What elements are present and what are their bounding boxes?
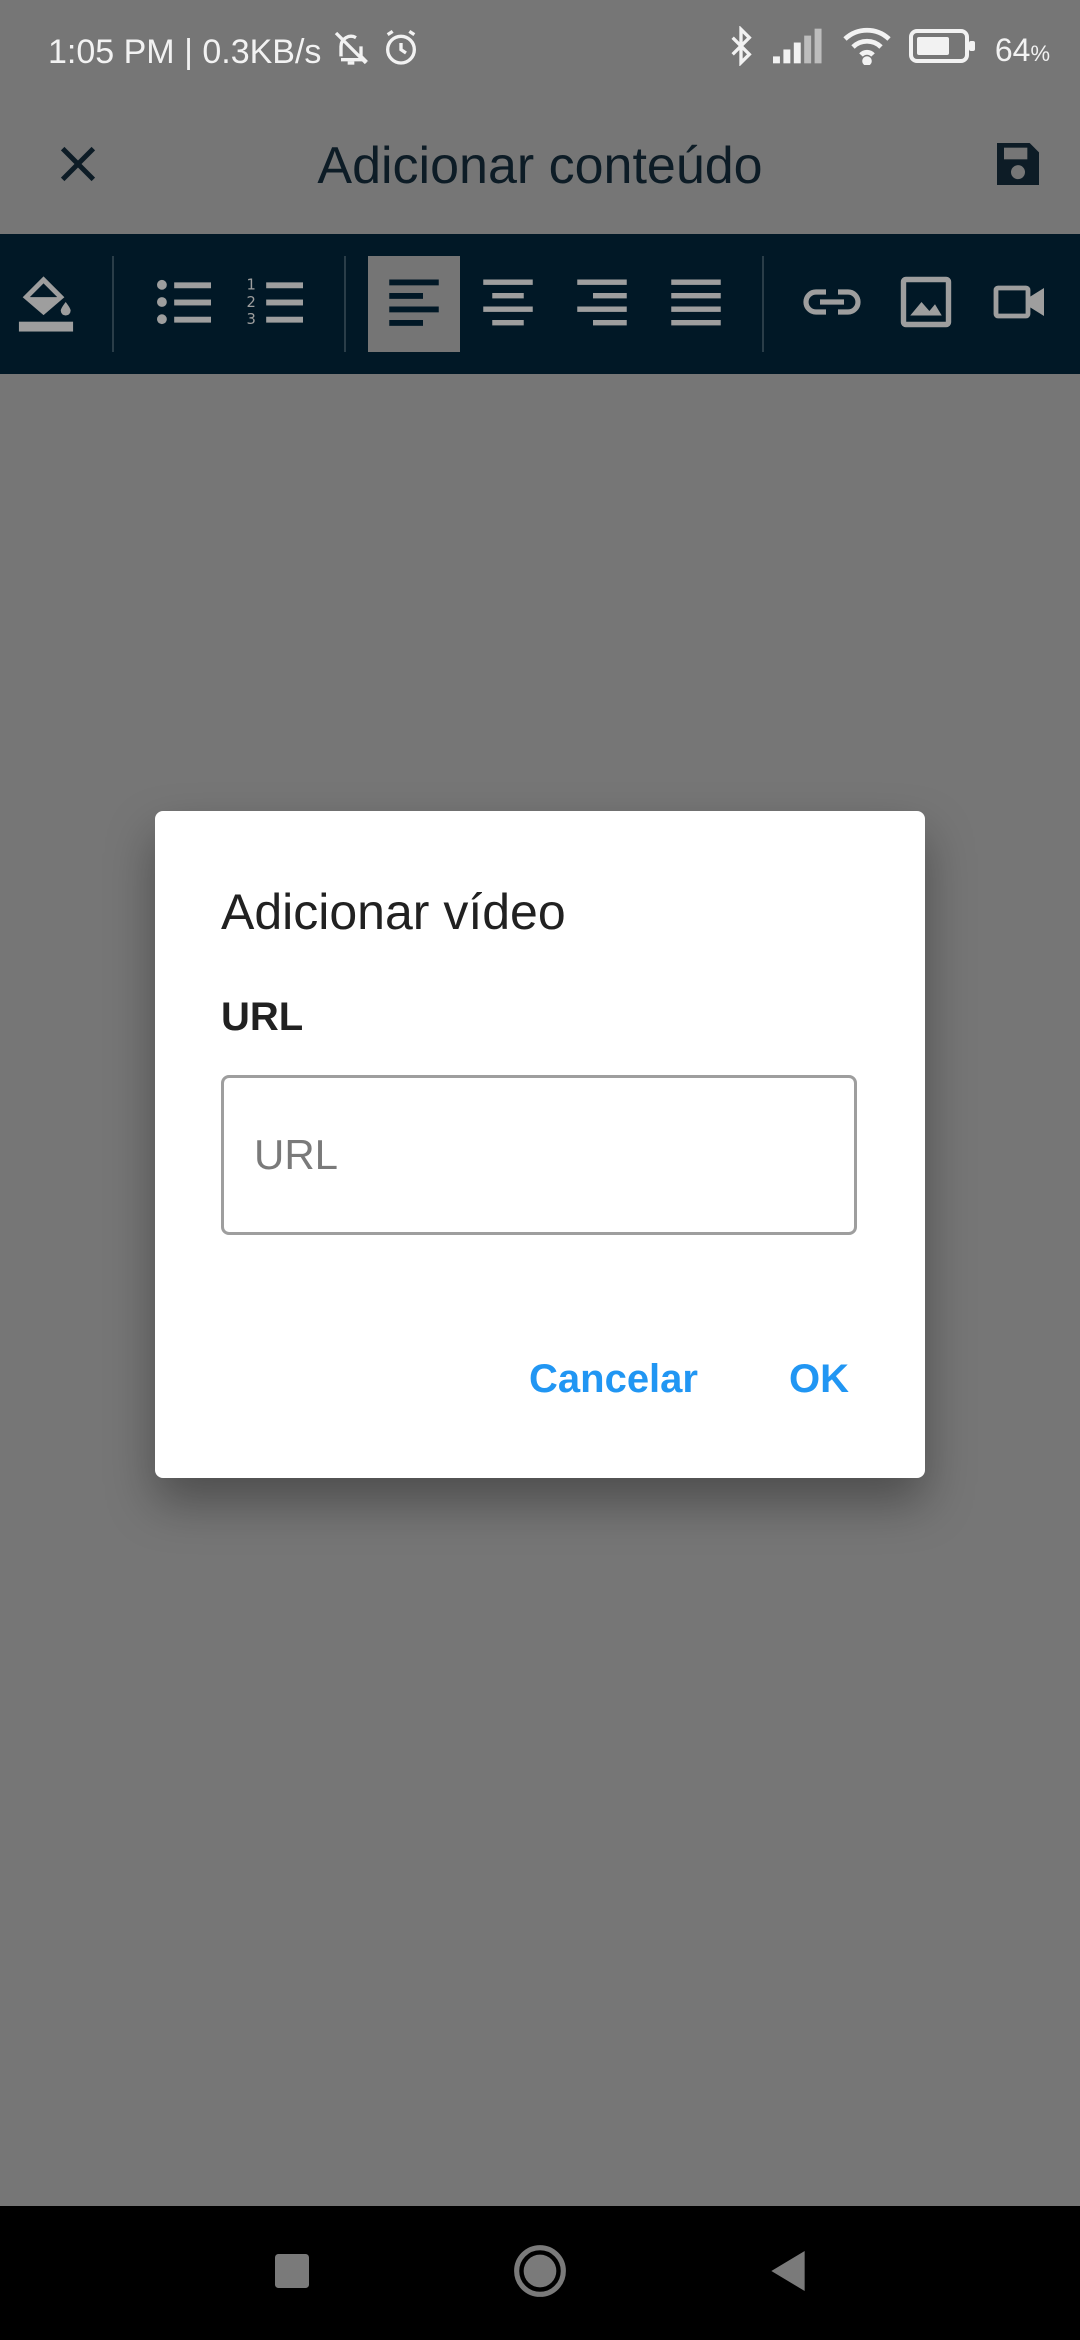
numbered-list-button[interactable]: 1 2 3 xyxy=(230,256,322,352)
status-bar: 1:05 PM | 0.3KB/s 64% xyxy=(0,0,1080,100)
app-bar: Adicionar conteúdo xyxy=(0,100,1080,234)
svg-text:1: 1 xyxy=(247,276,256,293)
recents-icon xyxy=(275,2253,309,2293)
svg-text:3: 3 xyxy=(247,311,256,328)
ok-button[interactable]: OK xyxy=(789,1357,849,1402)
toolbar-separator xyxy=(762,256,764,352)
signal-icon xyxy=(772,28,825,72)
align-justify-button[interactable] xyxy=(650,256,742,352)
alarm-icon xyxy=(381,28,421,77)
status-right: 64% xyxy=(727,25,1050,74)
add-video-dialog: Adicionar vídeo URL Cancelar OK xyxy=(155,811,925,1478)
system-nav-bar xyxy=(0,2206,1080,2340)
bluetooth-icon xyxy=(727,25,755,74)
align-right-icon xyxy=(575,275,629,334)
text-color-button[interactable] xyxy=(0,256,92,352)
url-field-label: URL xyxy=(221,995,304,1039)
battery-icon xyxy=(908,29,977,71)
url-input[interactable] xyxy=(221,1075,857,1235)
toolbar-separator xyxy=(112,256,114,352)
home-button[interactable] xyxy=(505,2238,575,2308)
status-time: 1:05 PM | 0.3KB/s xyxy=(48,33,322,71)
page-title: Adicionar conteúdo xyxy=(317,137,763,195)
align-justify-icon xyxy=(669,275,723,334)
save-icon xyxy=(990,136,1046,197)
cancel-button[interactable]: Cancelar xyxy=(529,1357,698,1402)
home-icon xyxy=(512,2243,568,2304)
wifi-icon xyxy=(843,27,891,73)
video-icon xyxy=(992,280,1048,329)
status-left: 1:05 PM | 0.3KB/s xyxy=(48,28,421,77)
align-right-button[interactable] xyxy=(556,256,648,352)
align-center-icon xyxy=(481,275,535,334)
numbered-list-icon: 1 2 3 xyxy=(246,275,306,334)
bullet-list-icon xyxy=(154,275,214,334)
insert-video-button[interactable] xyxy=(974,256,1066,352)
battery-percent: 64% xyxy=(994,31,1050,68)
save-button[interactable] xyxy=(978,126,1058,206)
dialog-title: Adicionar vídeo xyxy=(221,884,566,940)
formatting-toolbar: 1 2 3 xyxy=(0,234,1080,374)
svg-text:2: 2 xyxy=(247,293,256,310)
align-center-button[interactable] xyxy=(462,256,554,352)
recents-button[interactable] xyxy=(257,2238,327,2308)
link-icon xyxy=(802,282,862,327)
back-icon xyxy=(769,2250,807,2296)
mute-icon xyxy=(329,28,373,77)
format-color-fill-icon xyxy=(16,270,76,339)
align-left-button[interactable] xyxy=(368,256,460,352)
toolbar-separator xyxy=(344,256,346,352)
bullet-list-button[interactable] xyxy=(138,256,230,352)
insert-image-button[interactable] xyxy=(880,256,972,352)
back-button[interactable] xyxy=(753,2238,823,2308)
image-icon xyxy=(899,275,953,334)
align-left-icon xyxy=(387,275,441,334)
insert-link-button[interactable] xyxy=(786,256,878,352)
